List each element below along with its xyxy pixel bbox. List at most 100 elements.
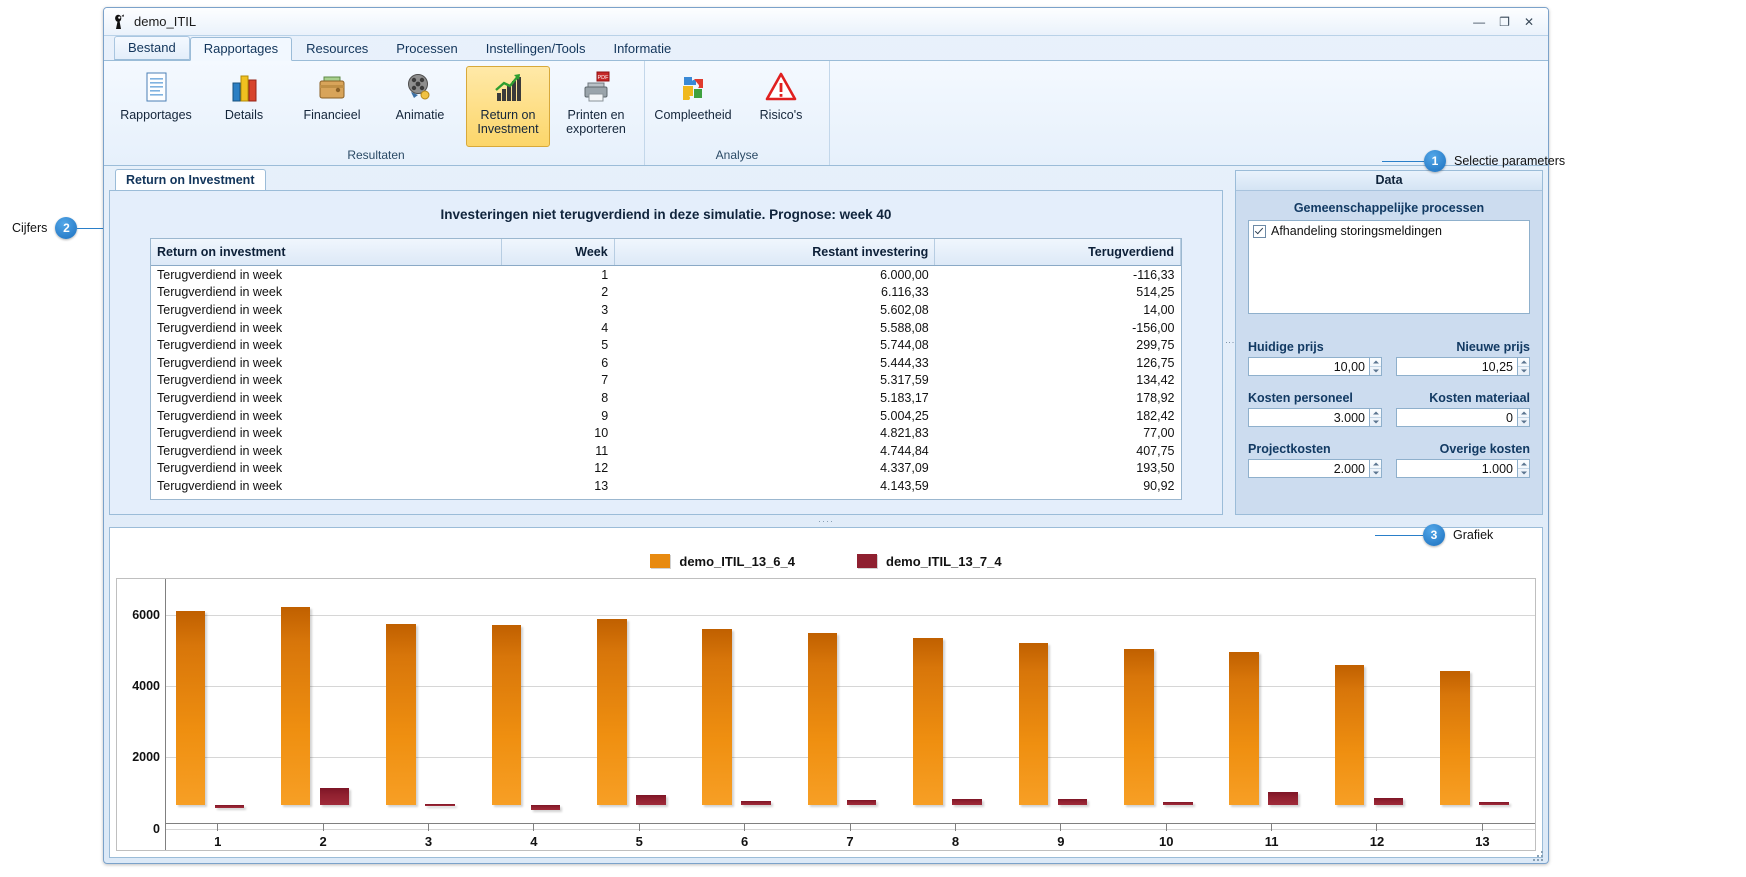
ribbon-button-printen-en-exporteren[interactable]: PDF Printen en exporteren — [554, 66, 638, 147]
table-row[interactable]: Terugverdiend in week 6 5.444,33 126,75 — [151, 354, 1181, 372]
chart-bar-group[interactable] — [270, 579, 375, 824]
spinner-buttons[interactable] — [1517, 357, 1530, 376]
maximize-button[interactable]: ❐ — [1499, 16, 1510, 28]
table-row[interactable]: Terugverdiend in week 7 5.317,59 134,42 — [151, 372, 1181, 390]
table-row[interactable]: Terugverdiend in week 2 6.116,33 514,25 — [151, 284, 1181, 302]
chart-bar[interactable] — [175, 611, 206, 805]
vertical-splitter[interactable]: ⋮ — [1225, 170, 1235, 515]
chart-bar[interactable] — [1373, 798, 1404, 805]
chart-bar[interactable] — [491, 624, 522, 805]
column-header-roi[interactable]: Return on investment — [151, 239, 502, 266]
projectkosten-input[interactable] — [1248, 459, 1369, 478]
table-row[interactable]: Terugverdiend in week 10 4.821,83 77,00 — [151, 424, 1181, 442]
column-header-terug[interactable]: Terugverdiend — [934, 239, 1181, 266]
column-header-restant[interactable]: Restant investering — [614, 239, 936, 266]
chart-bar-group[interactable] — [481, 579, 586, 824]
close-button[interactable]: ✕ — [1524, 16, 1534, 28]
tab-return-on-investment[interactable]: Return on Investment — [115, 169, 266, 190]
chart-bar-group[interactable] — [1008, 579, 1113, 824]
column-header-week[interactable]: Week — [501, 239, 615, 266]
chart-bar-group[interactable] — [903, 579, 1008, 824]
spinner-huidige-prijs[interactable] — [1248, 357, 1382, 376]
callout-badge-3[interactable]: 3 — [1423, 524, 1445, 546]
ribbon-button-animatie[interactable]: Animatie — [378, 66, 462, 147]
chart-bar[interactable] — [214, 804, 245, 809]
chart-bar[interactable] — [807, 633, 838, 805]
table-row[interactable]: Terugverdiend in week 5 5.744,08 299,75 — [151, 336, 1181, 354]
table-row[interactable]: Terugverdiend in week 11 4.744,84 407,75 — [151, 442, 1181, 460]
processes-list[interactable]: Afhandeling storingsmeldingen — [1248, 220, 1530, 314]
chart-bar[interactable] — [386, 624, 416, 805]
chart-bar[interactable] — [741, 800, 771, 805]
kosten-personeel-input[interactable] — [1248, 408, 1369, 427]
table-row[interactable]: Terugverdiend in week 3 5.602,08 14,00 — [151, 301, 1181, 319]
table-row[interactable]: Terugverdiend in week 12 4.337,09 193,50 — [151, 460, 1181, 478]
callout-badge-2[interactable]: 2 — [55, 217, 78, 239]
ribbon-tab-informatie[interactable]: Informatie — [599, 37, 685, 60]
chart-bar[interactable] — [1479, 801, 1509, 805]
chart-bar[interactable] — [280, 607, 311, 805]
callout-badge-1[interactable]: 1 — [1424, 150, 1446, 172]
chart-bar-group[interactable] — [1430, 579, 1535, 824]
ribbon-button-rapportages[interactable]: Rapportages — [114, 66, 198, 147]
chart-bar[interactable] — [1268, 791, 1298, 805]
ribbon-button-details[interactable]: Details — [202, 66, 286, 147]
spinner-overige-kosten[interactable] — [1396, 459, 1530, 478]
spinner-kosten-materiaal[interactable] — [1396, 408, 1530, 427]
chart-bar[interactable] — [1229, 651, 1259, 805]
spinner-nieuwe-prijs[interactable] — [1396, 357, 1530, 376]
spinner-buttons[interactable] — [1517, 459, 1530, 478]
ribbon-tab-resources[interactable]: Resources — [292, 37, 382, 60]
spinner-buttons[interactable] — [1517, 408, 1530, 427]
chart-bar-group[interactable] — [376, 579, 481, 824]
ribbon-tab-instellingen-tools[interactable]: Instellingen/Tools — [472, 37, 600, 60]
chart-bar-group[interactable] — [165, 579, 270, 824]
chart-bar[interactable] — [319, 788, 350, 805]
spinner-buttons[interactable] — [1369, 357, 1382, 376]
chart-bar-group[interactable] — [587, 579, 692, 824]
spinner-buttons[interactable] — [1369, 408, 1382, 427]
ribbon-button-risicos[interactable]: Risico's — [739, 66, 823, 147]
chart-bar[interactable] — [1163, 802, 1193, 805]
chart-bar[interactable] — [425, 804, 455, 807]
chart-bar[interactable] — [952, 798, 982, 805]
legend-item-series-1[interactable]: demo_ITIL_13_6_4 — [650, 554, 795, 569]
legend-item-series-2[interactable]: demo_ITIL_13_7_4 — [857, 554, 1002, 569]
nieuwe-prijs-input[interactable] — [1396, 357, 1517, 376]
ribbon-tab-processen[interactable]: Processen — [382, 37, 471, 60]
chart-bar-group[interactable] — [692, 579, 797, 824]
roi-table-container[interactable]: Return on investment Week Restant invest… — [150, 238, 1182, 500]
spinner-buttons[interactable] — [1369, 459, 1382, 478]
chart-bar-group[interactable] — [1114, 579, 1219, 824]
spinner-projectkosten[interactable] — [1248, 459, 1382, 478]
horizontal-splitter[interactable]: ···· — [109, 515, 1543, 527]
chart-canvas[interactable]: 1 2 3 4 5 6 7 8 9 10 11 12 13 — [165, 579, 1535, 850]
ribbon-tab-rapportages[interactable]: Rapportages — [189, 37, 293, 61]
ribbon-button-financieel[interactable]: Financieel — [290, 66, 374, 147]
chart-bar[interactable] — [1124, 649, 1154, 805]
chart-bar[interactable] — [636, 794, 666, 805]
ribbon-tab-bestand[interactable]: Bestand — [114, 36, 190, 60]
chart-bar-group[interactable] — [1219, 579, 1324, 824]
overige-kosten-input[interactable] — [1396, 459, 1517, 478]
chart-bar[interactable] — [597, 619, 627, 805]
chart-bar-group[interactable] — [797, 579, 902, 824]
kosten-materiaal-input[interactable] — [1396, 408, 1517, 427]
checkbox-afhandeling-storingsmeldingen[interactable] — [1253, 224, 1266, 238]
chart-bar[interactable] — [913, 637, 943, 805]
huidige-prijs-input[interactable] — [1248, 357, 1369, 376]
chart-bar[interactable] — [702, 629, 732, 805]
table-row[interactable]: Terugverdiend in week 4 5.588,08 -156,00 — [151, 319, 1181, 337]
window-resize-grip[interactable] — [1533, 849, 1545, 861]
table-row[interactable]: Terugverdiend in week 8 5.183,17 178,92 — [151, 389, 1181, 407]
table-row[interactable]: Terugverdiend in week 13 4.143,59 90,92 — [151, 477, 1181, 495]
chart-bar-group[interactable] — [1324, 579, 1429, 824]
ribbon-button-compleetheid[interactable]: Compleetheid — [651, 66, 735, 147]
table-row[interactable]: Terugverdiend in week 9 5.004,25 182,42 — [151, 407, 1181, 425]
table-row[interactable]: Terugverdiend in week 1 6.000,00 -116,33 — [151, 266, 1181, 284]
ribbon-button-return-on-investment[interactable]: Return on Investment — [466, 66, 550, 147]
spinner-kosten-personeel[interactable] — [1248, 408, 1382, 427]
chart-bar[interactable] — [530, 804, 561, 810]
chart-bar[interactable] — [1018, 643, 1049, 805]
list-item[interactable]: Afhandeling storingsmeldingen — [1251, 223, 1527, 239]
